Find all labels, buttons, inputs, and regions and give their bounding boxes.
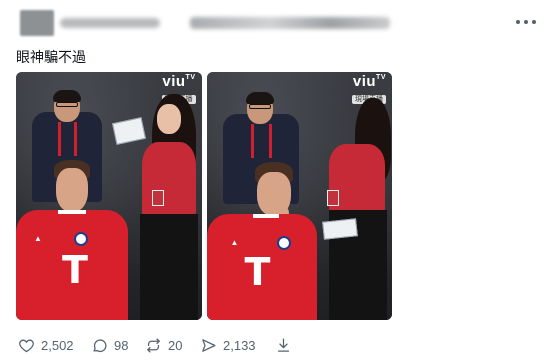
like-action[interactable]: 2,502 — [18, 336, 74, 354]
paper-sheet — [321, 218, 358, 240]
watermark-logo: viu — [352, 73, 377, 90]
repost-icon — [147, 337, 160, 353]
comment-icon — [93, 338, 107, 352]
reply-count: 98 — [114, 337, 129, 353]
action-bar: 2,502 98 20 2,133 — [18, 336, 308, 354]
handle-redacted[interactable] — [190, 17, 390, 29]
jersey-sponsor-letter: T — [244, 250, 271, 294]
watermark-tv: TV — [185, 74, 196, 81]
post-header — [14, 10, 536, 36]
share-icon — [277, 337, 290, 352]
avatar[interactable] — [20, 10, 54, 36]
display-name-redacted[interactable] — [60, 18, 160, 28]
repost-count: 20 — [168, 337, 183, 353]
views-count: 2,133 — [223, 337, 256, 353]
share-action[interactable] — [275, 336, 292, 354]
watermark-tv: TV — [376, 74, 386, 81]
media-grid: viuTV 現場直播 ▲ T — [16, 72, 392, 320]
heart-icon — [19, 339, 34, 352]
like-count: 2,502 — [41, 337, 74, 353]
repost-action[interactable]: 20 — [145, 336, 182, 354]
more-icon[interactable] — [516, 14, 536, 30]
photo-right[interactable]: viuTV 現場直播 ▲ T — [206, 72, 392, 320]
photo-left[interactable]: viuTV 現場直播 ▲ T — [16, 72, 202, 320]
watermark-logo: viu — [162, 73, 186, 90]
post-text: 眼神騙不過 — [16, 50, 86, 66]
views-action[interactable]: 2,133 — [200, 336, 256, 354]
reply-action[interactable]: 98 — [91, 336, 128, 354]
views-icon — [202, 338, 216, 352]
jersey-sponsor-letter: T — [62, 248, 88, 292]
